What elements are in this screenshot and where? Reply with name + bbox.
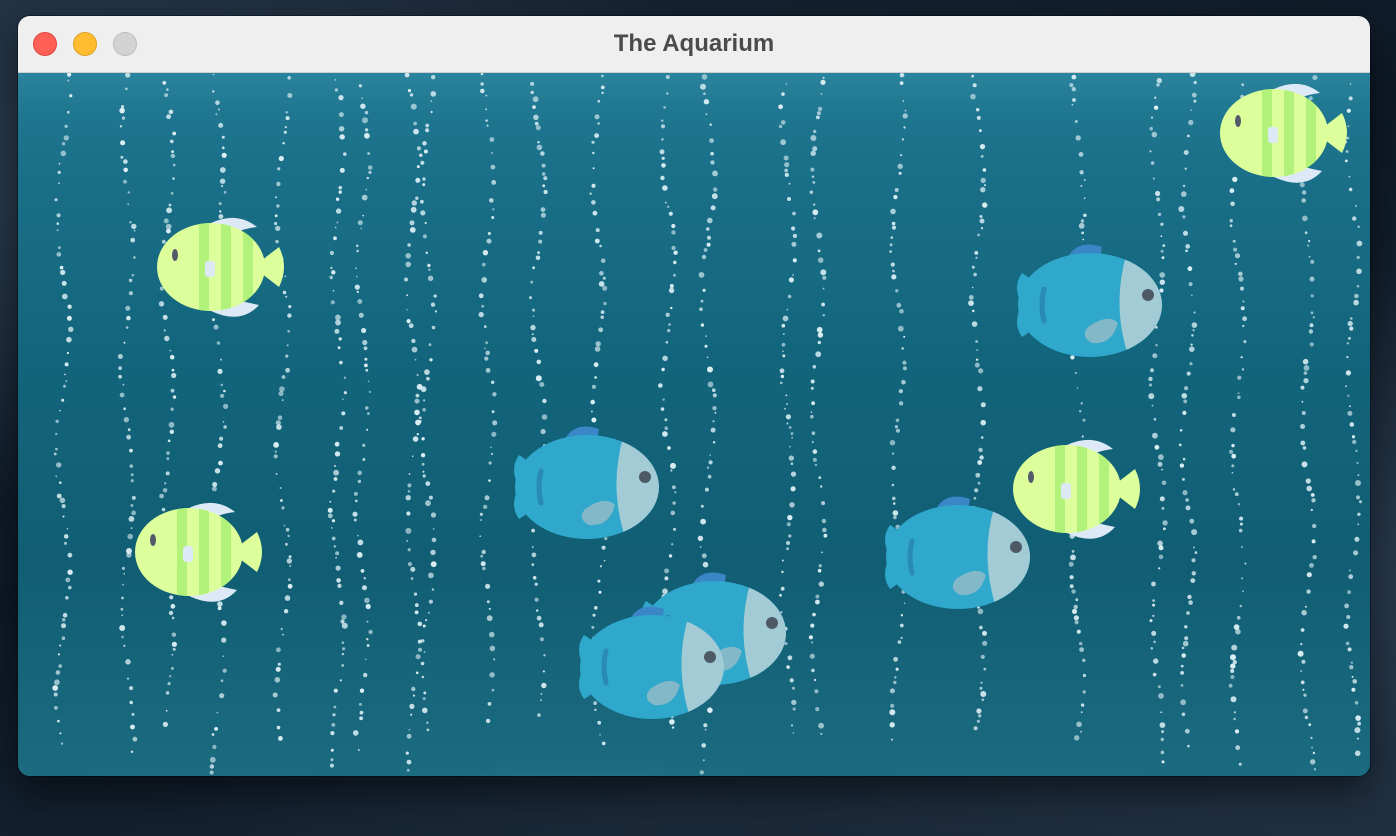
blue-fish[interactable] xyxy=(505,415,677,545)
window-title: The Aquarium xyxy=(613,30,775,57)
aquarium-scene xyxy=(18,73,1370,776)
blue-fish[interactable] xyxy=(876,485,1048,615)
title-bar[interactable]: The Aquarium xyxy=(18,16,1370,73)
green-fish[interactable] xyxy=(1212,73,1352,193)
blue-fish[interactable] xyxy=(1008,233,1180,363)
app-window: The Aquarium xyxy=(18,16,1370,776)
blue-fish[interactable] xyxy=(570,595,742,725)
green-fish[interactable] xyxy=(149,207,289,327)
green-fish[interactable] xyxy=(127,492,267,612)
